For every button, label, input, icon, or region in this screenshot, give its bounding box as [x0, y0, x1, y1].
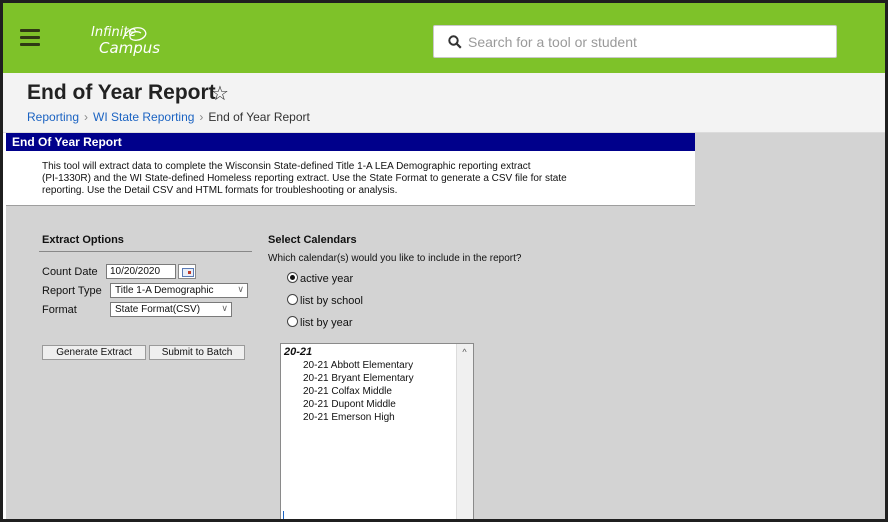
top-bar: Infinite Campus — [3, 3, 885, 73]
chevron-down-icon: ∨ — [237, 284, 244, 294]
count-date-field[interactable]: 10/20/2020 — [106, 264, 176, 279]
text-cursor — [283, 511, 284, 519]
radio-unselected-icon[interactable] — [287, 316, 298, 327]
format-select[interactable]: State Format(CSV) ∨ — [110, 302, 232, 317]
description-line: This tool will extract data to complete … — [42, 161, 531, 172]
listbox-group-label: 20-21 — [284, 346, 313, 358]
logo-text-infinite: Infinite — [91, 25, 137, 40]
report-type-value: Title 1-A Demographic — [115, 285, 214, 296]
description-line: (PI-1330R) and the WI State-defined Home… — [42, 173, 567, 184]
submit-to-batch-button[interactable]: Submit to Batch — [149, 345, 245, 360]
radio-active-year[interactable]: active year — [287, 272, 353, 285]
report-type-label: Report Type — [42, 285, 102, 297]
list-item[interactable]: 20-21 Dupont Middle — [303, 399, 396, 410]
chevron-right-icon: › — [199, 110, 204, 124]
report-description: This tool will extract data to complete … — [6, 151, 695, 206]
chevron-up-icon[interactable]: ^ — [456, 344, 473, 361]
listbox-scrollbar[interactable]: ^ — [456, 344, 473, 519]
list-item[interactable]: 20-21 Abbott Elementary — [303, 360, 413, 371]
report-form: Extract Options Count Date 10/20/2020 Re… — [6, 206, 695, 519]
app-window: Infinite Campus End of Year Report ☆ Rep… — [0, 0, 888, 522]
report-type-select[interactable]: Title 1-A Demographic ∨ — [110, 283, 248, 298]
page-header: End of Year Report ☆ Reporting › WI State … — [3, 73, 885, 133]
search-input[interactable] — [468, 30, 828, 54]
app-logo[interactable]: Infinite Campus — [61, 21, 171, 57]
star-outline-icon[interactable]: ☆ — [211, 81, 229, 106]
calendar-icon[interactable] — [178, 264, 196, 279]
list-item[interactable]: 20-21 Bryant Elementary — [303, 373, 414, 384]
calendar-listbox[interactable]: 20-21 20-21 Abbott Elementary 20-21 Brya… — [280, 343, 474, 519]
breadcrumb: Reporting › WI State Reporting › End of Year… — [27, 110, 310, 124]
description-line: reporting. Use the Detail CSV and HTML f… — [42, 185, 398, 196]
chevron-down-icon: ∨ — [221, 303, 228, 313]
generate-extract-button[interactable]: Generate Extract — [42, 345, 146, 360]
breadcrumb-reporting[interactable]: Reporting — [27, 110, 79, 124]
breadcrumb-current: End of Year Report — [208, 110, 310, 124]
radio-label: list by school — [300, 295, 363, 307]
search-icon — [448, 35, 462, 49]
breadcrumb-wi-state-reporting[interactable]: WI State Reporting — [93, 110, 194, 124]
radio-selected-icon[interactable] — [287, 272, 298, 283]
radio-unselected-icon[interactable] — [287, 294, 298, 305]
extract-options-heading: Extract Options — [42, 234, 124, 246]
chevron-right-icon: › — [84, 110, 89, 124]
report-band-title: End Of Year Report — [6, 133, 695, 151]
radio-label: list by year — [300, 317, 353, 329]
radio-list-by-year[interactable]: list by year — [287, 316, 353, 329]
count-date-label: Count Date — [42, 266, 98, 278]
page-title: End of Year Report — [27, 81, 216, 104]
divider — [39, 251, 252, 252]
format-value: State Format(CSV) — [115, 304, 201, 315]
calendars-question: Which calendar(s) would you like to incl… — [268, 253, 522, 264]
radio-label: active year — [300, 273, 354, 285]
listbox-content: 20-21 20-21 Abbott Elementary 20-21 Brya… — [282, 344, 456, 430]
list-item[interactable]: 20-21 Colfax Middle — [303, 386, 392, 397]
radio-list-by-school[interactable]: list by school — [287, 294, 363, 307]
select-calendars-heading: Select Calendars — [268, 234, 357, 246]
format-label: Format — [42, 304, 77, 316]
hamburger-icon[interactable] — [20, 29, 40, 46]
global-search[interactable] — [433, 25, 837, 58]
side-gray-area — [695, 133, 885, 519]
list-item[interactable]: 20-21 Emerson High — [303, 412, 395, 423]
logo-text-campus: Campus — [99, 39, 161, 57]
